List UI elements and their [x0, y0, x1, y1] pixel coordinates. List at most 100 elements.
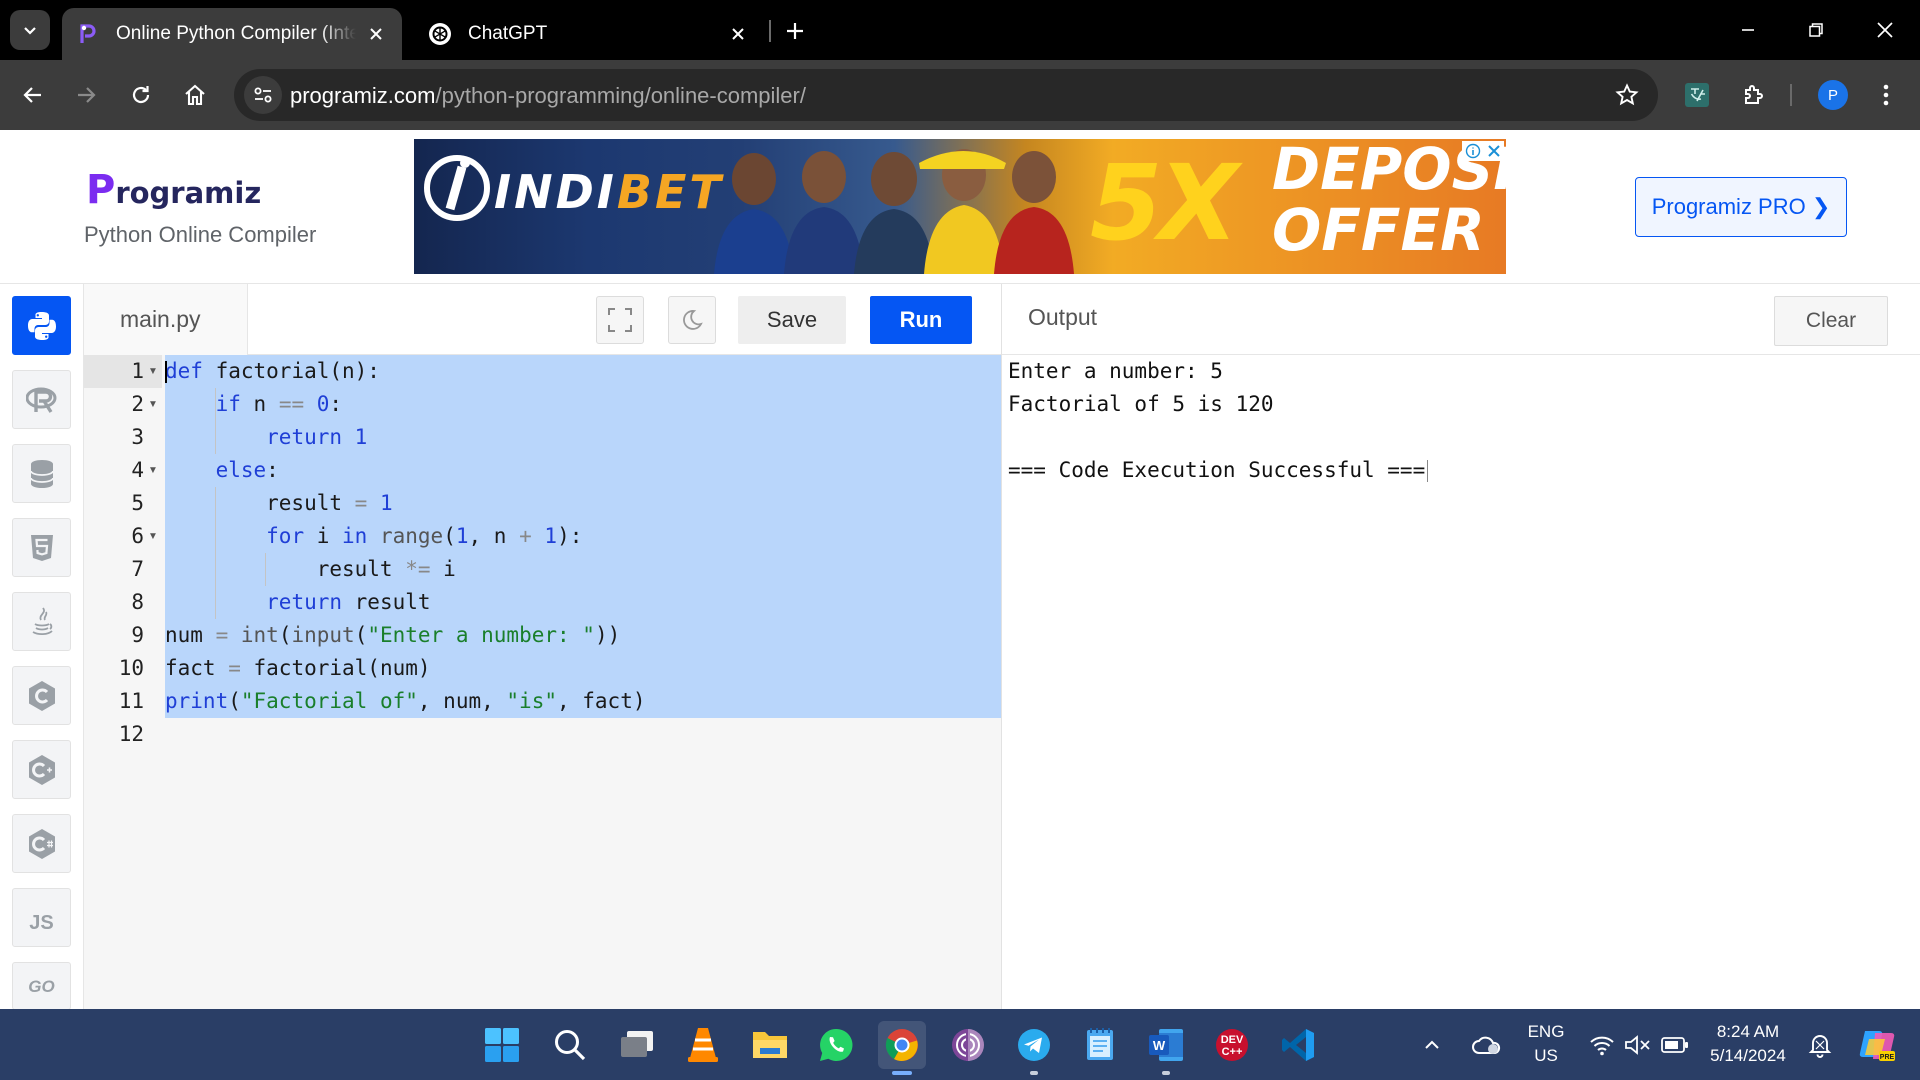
- run-button[interactable]: Run: [870, 296, 972, 344]
- wifi-icon[interactable]: [1586, 1021, 1618, 1069]
- java-icon: [32, 606, 53, 635]
- vlc-icon[interactable]: [679, 1021, 727, 1069]
- tab-search-dropdown[interactable]: [10, 10, 50, 50]
- code-line[interactable]: 12: [84, 718, 1002, 751]
- forward-button[interactable]: [64, 73, 108, 117]
- task-view-icon[interactable]: [613, 1021, 661, 1069]
- lang-go[interactable]: GO: [12, 962, 71, 1010]
- lang-html[interactable]: [12, 518, 71, 577]
- code-line[interactable]: 1 ▼ def factorial(n):: [84, 355, 1002, 388]
- code-text: if n == 0:: [165, 388, 1002, 421]
- code-line[interactable]: 11 print("Factorial of", num, "is", fact…: [84, 685, 1002, 718]
- clock[interactable]: 8:24 AM 5/14/2024: [1700, 1020, 1796, 1068]
- go-label: GO: [28, 977, 55, 996]
- show-hidden-icons-chevron-icon[interactable]: [1416, 1021, 1448, 1069]
- dev-cpp-icon[interactable]: DEV C++: [1208, 1021, 1256, 1069]
- code-line[interactable]: 6 ▼ for i in range(1, n + 1):: [84, 520, 1002, 553]
- back-button[interactable]: [11, 73, 55, 117]
- fold-arrow-icon[interactable]: ▼: [146, 355, 160, 388]
- ad-close-icon[interactable]: [1487, 144, 1501, 158]
- code-line[interactable]: 4 ▼ else:: [84, 454, 1002, 487]
- close-tab-icon[interactable]: [726, 22, 750, 46]
- code-line[interactable]: 9 num = int(input("Enter a number: ")): [84, 619, 1002, 652]
- browser-menu-button[interactable]: [1864, 73, 1908, 117]
- output-console[interactable]: Enter a number: 5 Factorial of 5 is 120 …: [1002, 355, 1920, 1009]
- clear-button[interactable]: Clear: [1774, 296, 1888, 346]
- browser-toolbar: programiz.com/python-programming/online-…: [0, 60, 1920, 130]
- tab-programiz[interactable]: Online Python Compiler (Interpreter): [62, 8, 402, 60]
- lang-python[interactable]: [12, 296, 71, 355]
- tab-chatgpt[interactable]: ChatGPT: [414, 8, 764, 60]
- minimize-button[interactable]: [1725, 10, 1771, 50]
- lang-r[interactable]: [12, 370, 71, 429]
- notepad-icon[interactable]: [1076, 1021, 1124, 1069]
- ad-banner[interactable]: INDIBET 5X DEPOSITOFFER: [414, 139, 1506, 274]
- vscode-icon[interactable]: [1274, 1021, 1322, 1069]
- lang-cpp[interactable]: [12, 740, 71, 799]
- extensions-puzzle-icon[interactable]: [1731, 73, 1775, 117]
- lang-sql[interactable]: [12, 444, 71, 503]
- start-icon[interactable]: [478, 1021, 526, 1069]
- arrow-left-icon: [23, 87, 41, 103]
- copilot-icon[interactable]: PRE: [1852, 1021, 1902, 1069]
- battery-icon[interactable]: [1658, 1021, 1692, 1069]
- ad-headline: 5X: [1090, 142, 1239, 264]
- code-line[interactable]: 5 result = 1: [84, 487, 1002, 520]
- code-line[interactable]: 7 result *= i: [84, 553, 1002, 586]
- code-editor[interactable]: 1 ▼ def factorial(n): 2 ▼ if n == 0: 3 r…: [84, 355, 1002, 1009]
- tab-separator: [769, 20, 771, 42]
- lang-c[interactable]: [12, 666, 71, 725]
- programiz-logo[interactable]: Programiz: [86, 170, 261, 210]
- lang-csharp[interactable]: [12, 814, 71, 873]
- restore-button[interactable]: [1793, 10, 1839, 50]
- file-explorer-icon[interactable]: [746, 1021, 794, 1069]
- fold-arrow-icon[interactable]: ▼: [146, 520, 160, 553]
- code-line[interactable]: 2 ▼ if n == 0:: [84, 388, 1002, 421]
- html5-icon: [30, 534, 53, 561]
- bookmark-star-icon[interactable]: [1610, 78, 1644, 112]
- address-bar[interactable]: programiz.com/python-programming/online-…: [234, 69, 1658, 121]
- lang-javascript[interactable]: JS: [12, 888, 71, 947]
- ad-info-icon[interactable]: [1465, 143, 1481, 159]
- telegram-icon[interactable]: [1010, 1021, 1058, 1075]
- word-icon[interactable]: W: [1142, 1021, 1190, 1075]
- cpp-icon: [28, 754, 55, 785]
- url-text: programiz.com/python-programming/online-…: [290, 83, 806, 109]
- input-language-indicator[interactable]: ENG US: [1516, 1020, 1576, 1068]
- onedrive-cloud-icon[interactable]: [1466, 1021, 1506, 1069]
- notification-bell-icon[interactable]: [1802, 1021, 1838, 1069]
- ad-close-controls[interactable]: [1462, 141, 1504, 161]
- search-icon[interactable]: [546, 1021, 594, 1069]
- fullscreen-button[interactable]: [596, 296, 644, 344]
- line-number: 8: [131, 590, 144, 614]
- output-line: Factorial of 5 is 120: [1008, 392, 1274, 416]
- fold-arrow-icon[interactable]: ▼: [146, 454, 160, 487]
- chrome-icon[interactable]: [878, 1021, 926, 1075]
- new-tab-button[interactable]: [778, 14, 812, 48]
- save-button[interactable]: Save: [738, 296, 846, 344]
- dark-mode-button[interactable]: [668, 296, 716, 344]
- code-line[interactable]: 3 return 1: [84, 421, 1002, 454]
- code-text: num = int(input("Enter a number: ")): [165, 619, 1002, 652]
- whatsapp-icon[interactable]: [812, 1021, 860, 1069]
- file-tab-main-py[interactable]: main.py: [84, 284, 248, 355]
- close-window-button[interactable]: [1862, 10, 1908, 50]
- code-line[interactable]: 8 return result: [84, 586, 1002, 619]
- ad-brand: INDIBET: [494, 165, 724, 219]
- programiz-pro-button[interactable]: Programiz PRO ❯: [1635, 177, 1847, 237]
- extension-translate-icon[interactable]: [1675, 73, 1719, 117]
- reload-button[interactable]: [119, 73, 163, 117]
- volume-muted-icon[interactable]: [1622, 1021, 1654, 1069]
- logo-text: rogramiz: [115, 176, 262, 210]
- close-tab-icon[interactable]: [364, 22, 388, 46]
- home-button[interactable]: [173, 73, 217, 117]
- browser-tab-bar: Online Python Compiler (Interpreter) Cha…: [0, 0, 1920, 60]
- site-info-icon[interactable]: [244, 76, 282, 114]
- lang-java[interactable]: [12, 592, 71, 651]
- fold-arrow-icon[interactable]: ▼: [146, 388, 160, 421]
- tor-browser-icon[interactable]: [944, 1021, 992, 1069]
- profile-avatar[interactable]: P: [1818, 80, 1848, 110]
- indent-guide: [215, 388, 216, 454]
- code-line[interactable]: 10 fact = factorial(num): [84, 652, 1002, 685]
